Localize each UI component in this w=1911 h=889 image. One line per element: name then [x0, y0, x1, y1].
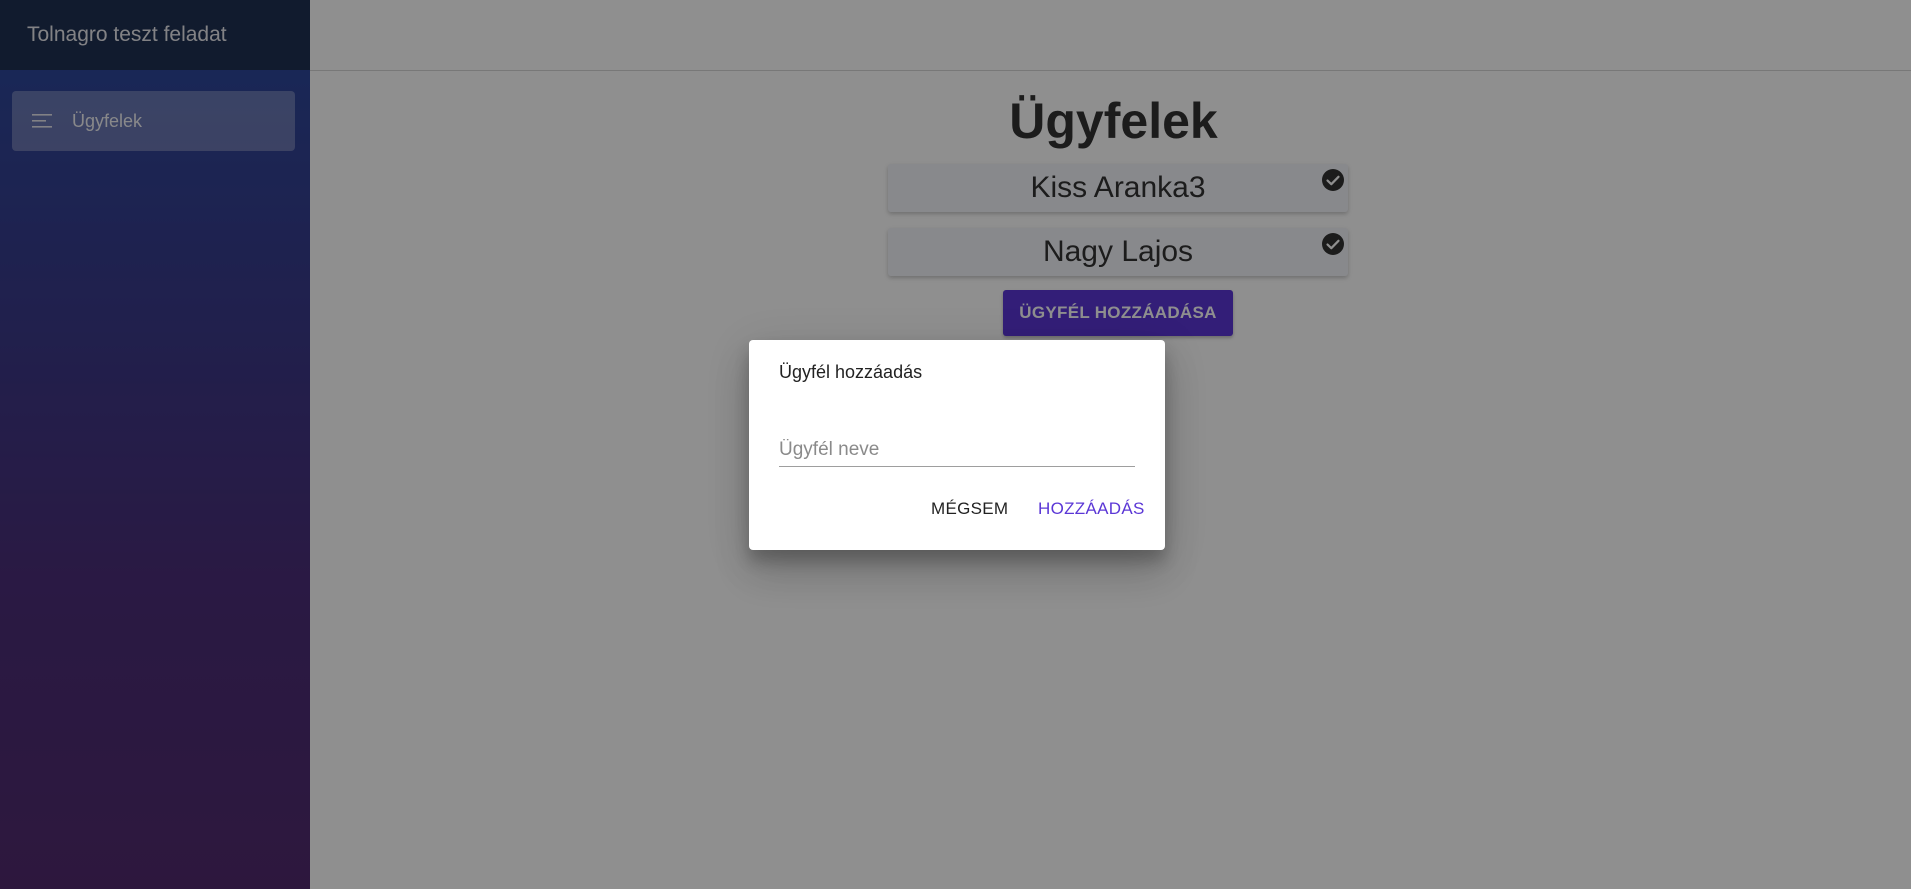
dialog-title: Ügyfél hozzáadás	[779, 362, 923, 382]
add-button[interactable]: HOZZÁADÁS	[1032, 495, 1151, 523]
client-name-input[interactable]	[779, 434, 1135, 467]
app-root: Tolnagro teszt feladat Ügyfelek Ügyfelek…	[0, 0, 1911, 889]
add-client-dialog: Ügyfél hozzáadás MÉGSEM HOZZÁADÁS	[749, 340, 1165, 550]
cancel-button[interactable]: MÉGSEM	[925, 495, 1014, 523]
